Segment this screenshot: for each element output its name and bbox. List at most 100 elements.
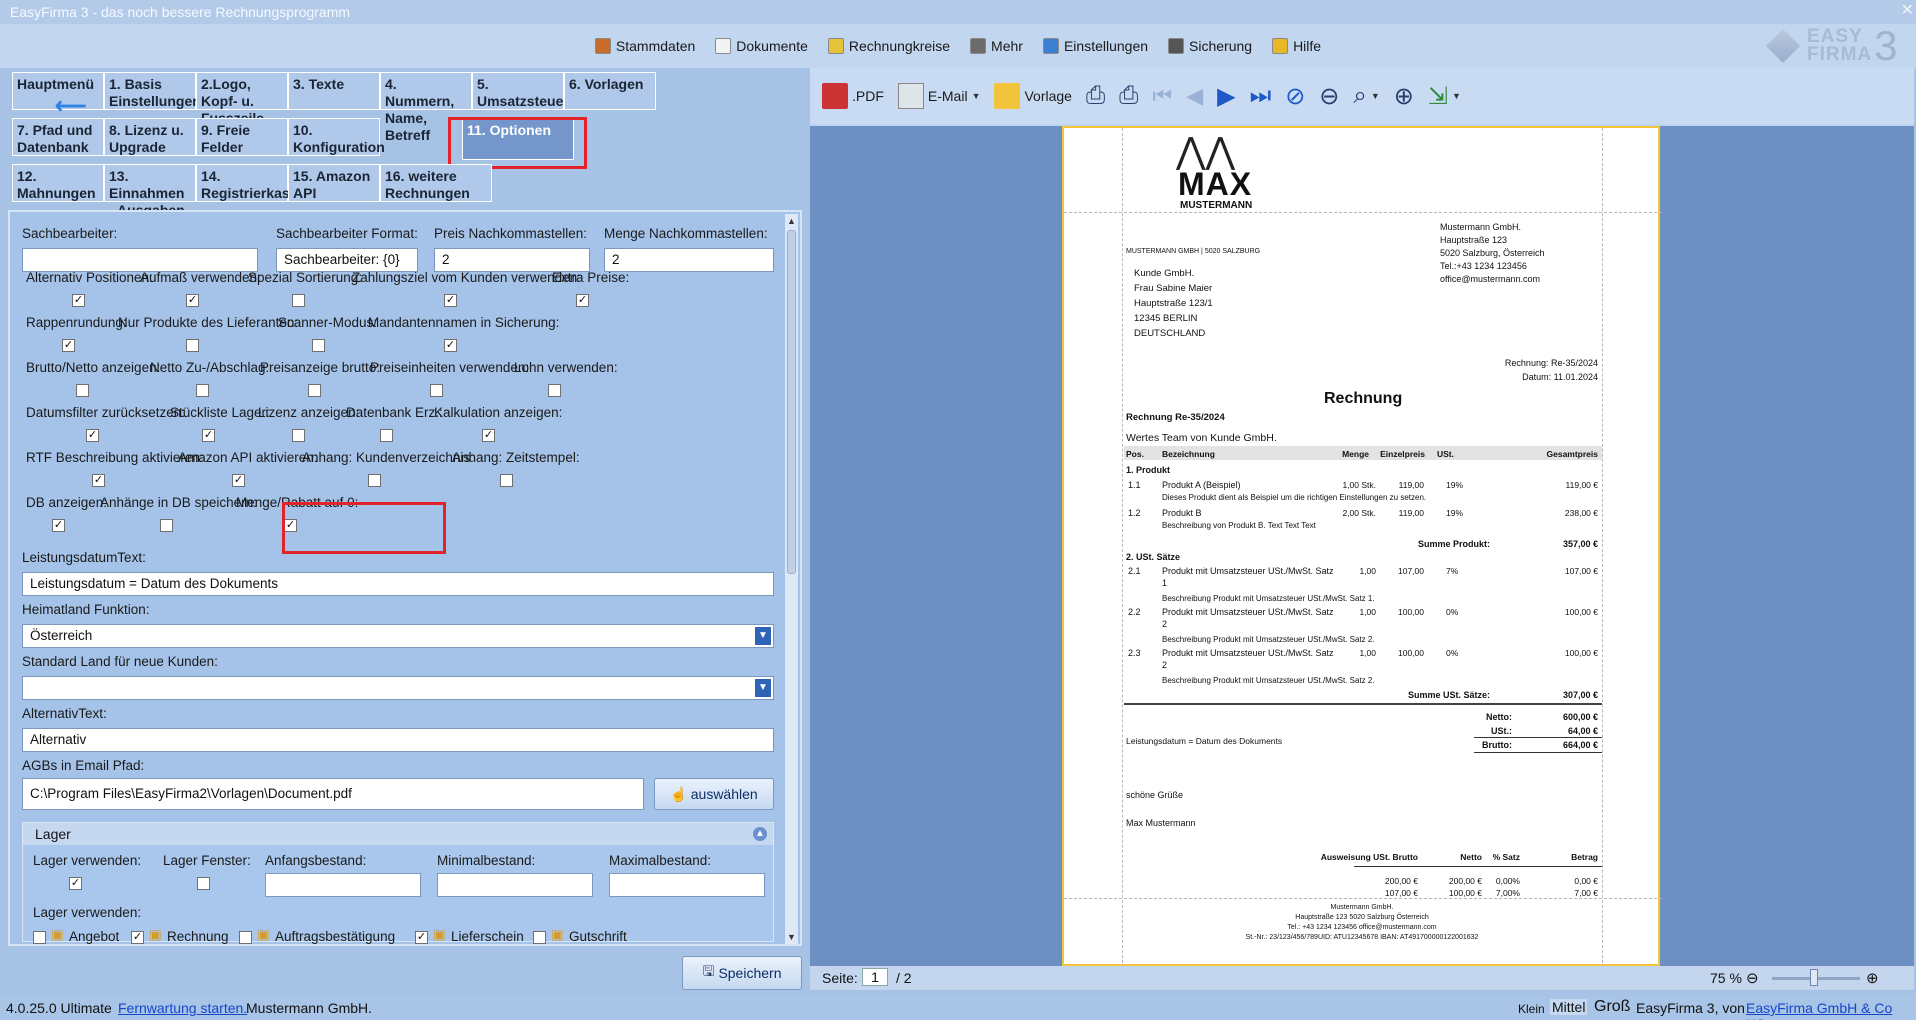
- next-page-button[interactable]: ▶: [1217, 82, 1235, 111]
- prev-page-button[interactable]: ◀: [1186, 83, 1203, 109]
- tab-amazon-api[interactable]: 15. Amazon API: [288, 164, 380, 202]
- menu-item-mehr[interactable]: Mehr: [968, 34, 1025, 58]
- print-button[interactable]: ⎙: [1119, 82, 1138, 110]
- maximalbestand-input[interactable]: [609, 873, 765, 897]
- scroll-down-icon[interactable]: ▼: [785, 930, 798, 944]
- option-checkbox[interactable]: ✓: [86, 429, 99, 442]
- tab-einnahmen-ausgaben[interactable]: 13. Einnahmen - Ausgaben: [104, 164, 196, 218]
- tab-basis-einstellungen[interactable]: 1. Basis Einstellungen: [104, 72, 201, 110]
- size-klein[interactable]: Klein: [1518, 1002, 1545, 1016]
- menu-item-sicherung[interactable]: Sicherung: [1166, 34, 1254, 58]
- dropdown-icon[interactable]: ▼: [1452, 91, 1461, 101]
- tab-logo-kopf-fusszeile[interactable]: 2.Logo, Kopf- u. Fusszeile: [196, 72, 288, 126]
- option-checkbox[interactable]: [186, 339, 199, 352]
- menge-nachkomma-input[interactable]: 2: [604, 248, 774, 272]
- size-gross[interactable]: Groß: [1594, 998, 1630, 1016]
- zoom-out-icon[interactable]: ⊖: [1746, 969, 1759, 987]
- lager-verwenden-checkbox[interactable]: ✓: [69, 877, 82, 890]
- preis-nachkomma-input[interactable]: 2: [434, 248, 590, 272]
- option-checkbox[interactable]: ✓: [444, 339, 457, 352]
- option-checkbox[interactable]: [160, 519, 173, 532]
- anfangsbestand-input[interactable]: [265, 873, 421, 897]
- chevron-down-icon[interactable]: ▼: [754, 678, 772, 698]
- zoom-out-button[interactable]: ⊖: [1319, 82, 1339, 111]
- tab-freie-felder[interactable]: 9. Freie Felder: [196, 118, 288, 156]
- option-checkbox[interactable]: [430, 384, 443, 397]
- dropdown-icon[interactable]: ▼: [972, 91, 981, 101]
- heimatland-select[interactable]: Österreich ▼: [22, 624, 774, 648]
- doc-type-checkbox[interactable]: [533, 931, 546, 944]
- option-checkbox[interactable]: ✓: [52, 519, 65, 532]
- vorlage-button[interactable]: Vorlage: [994, 83, 1072, 109]
- format-input[interactable]: Sachbearbeiter: {0}: [276, 248, 418, 272]
- doc-type-checkbox[interactable]: [33, 931, 46, 944]
- option-checkbox[interactable]: ✓: [72, 294, 85, 307]
- zoom-in-icon[interactable]: ⊕: [1866, 969, 1879, 987]
- menu-item-einstellungen[interactable]: Einstellungen: [1041, 34, 1150, 58]
- option-checkbox[interactable]: ✓: [444, 294, 457, 307]
- fernwartung-link[interactable]: Fernwartung starten.: [118, 1000, 247, 1016]
- option-checkbox[interactable]: [292, 429, 305, 442]
- speichern-button[interactable]: 🖫 Speichern: [682, 956, 802, 990]
- doc-type-checkbox[interactable]: [239, 931, 252, 944]
- tab-nummern[interactable]: 4. Nummern, Name, Betreff: [380, 72, 472, 143]
- print-setup-button[interactable]: ⎙: [1086, 82, 1105, 110]
- email-button[interactable]: E-Mail ▼: [897, 83, 981, 109]
- menu-item-hilfe[interactable]: Hilfe: [1270, 34, 1323, 58]
- option-checkbox[interactable]: ✓: [186, 294, 199, 307]
- first-page-button[interactable]: ⏮: [1152, 83, 1172, 109]
- alternativtext-input[interactable]: Alternativ: [22, 728, 774, 752]
- navigate-button[interactable]: ⊘: [1285, 82, 1305, 111]
- tab-konfiguration[interactable]: 10. Konfiguration: [288, 118, 385, 156]
- tab-lizenz-upgrade[interactable]: 8. Lizenz u. Upgrade: [104, 118, 196, 156]
- size-mittel[interactable]: Mittel: [1550, 999, 1588, 1015]
- page-number-input[interactable]: 1: [862, 968, 888, 986]
- agb-path-input[interactable]: C:\Program Files\EasyFirma2\Vorlagen\Doc…: [22, 778, 644, 810]
- tab-texte[interactable]: 3. Texte: [288, 72, 380, 110]
- option-checkbox[interactable]: ✓: [482, 429, 495, 442]
- option-checkbox[interactable]: [76, 384, 89, 397]
- option-checkbox[interactable]: [500, 474, 513, 487]
- lager-fenster-checkbox[interactable]: [197, 877, 210, 890]
- standardland-select[interactable]: ▼: [22, 676, 774, 700]
- menu-item-stammdaten[interactable]: Stammdaten: [593, 34, 697, 58]
- zoom-button[interactable]: ⌕ ▼: [1353, 82, 1379, 110]
- tab-hauptmenue[interactable]: Hauptmenü ⟵: [12, 72, 104, 117]
- option-checkbox[interactable]: ✓: [92, 474, 105, 487]
- menu-item-rechnungkreise[interactable]: Rechnungkreise: [826, 34, 952, 58]
- collapse-icon[interactable]: ▲: [753, 827, 767, 841]
- tab-mahnungen[interactable]: 12. Mahnungen: [12, 164, 104, 202]
- pdf-button[interactable]: .PDF: [822, 83, 884, 109]
- vendor-link[interactable]: EasyFirma GmbH & Co KG: [1746, 1000, 1916, 1020]
- option-checkbox[interactable]: ✓: [62, 339, 75, 352]
- option-checkbox[interactable]: ✓: [576, 294, 589, 307]
- option-checkbox[interactable]: [368, 474, 381, 487]
- option-checkbox[interactable]: [196, 384, 209, 397]
- doc-type-checkbox[interactable]: ✓: [131, 931, 144, 944]
- auswaehlen-button[interactable]: ☝ auswählen: [654, 778, 774, 810]
- option-checkbox[interactable]: ✓: [202, 429, 215, 442]
- minimalbestand-input[interactable]: [437, 873, 593, 897]
- zoom-in-button[interactable]: ⊕: [1394, 82, 1414, 111]
- option-checkbox[interactable]: [548, 384, 561, 397]
- scroll-up-icon[interactable]: ▲: [785, 214, 798, 228]
- vertical-scrollbar[interactable]: ▲ ▼: [785, 214, 798, 944]
- sachbearbeiter-input[interactable]: [22, 248, 258, 272]
- last-page-button[interactable]: ⏭: [1250, 82, 1272, 110]
- zoom-slider-thumb[interactable]: [1810, 969, 1818, 986]
- tab-umsatzsteuer[interactable]: 5. Umsatzsteuer: [472, 72, 569, 110]
- doc-type-checkbox[interactable]: ✓: [415, 931, 428, 944]
- menu-item-dokumente[interactable]: Dokumente: [713, 34, 810, 58]
- leistungsdatum-input[interactable]: Leistungsdatum = Datum des Dokuments: [22, 572, 774, 596]
- export-button[interactable]: ⇲ ▼: [1428, 82, 1461, 111]
- tab-vorlagen[interactable]: 6. Vorlagen: [564, 72, 656, 110]
- tab-pfad-datenbank[interactable]: 7. Pfad und Datenbank: [12, 118, 104, 156]
- chevron-down-icon[interactable]: ▼: [754, 626, 772, 646]
- lager-header[interactable]: Lager ▲: [23, 823, 773, 845]
- option-checkbox[interactable]: [380, 429, 393, 442]
- option-checkbox[interactable]: ✓: [232, 474, 245, 487]
- option-checkbox[interactable]: [312, 339, 325, 352]
- scroll-thumb[interactable]: [787, 230, 796, 574]
- option-checkbox[interactable]: [292, 294, 305, 307]
- dropdown-icon[interactable]: ▼: [1371, 91, 1380, 101]
